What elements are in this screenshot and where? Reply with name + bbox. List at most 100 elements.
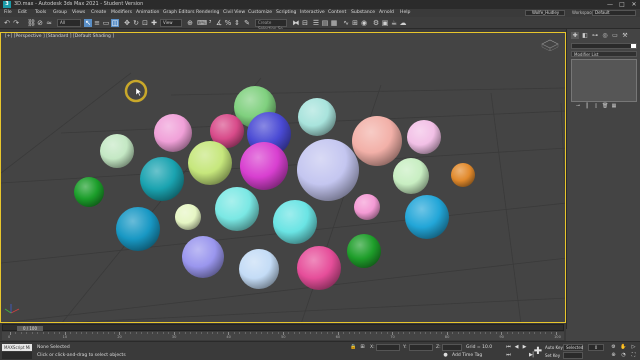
workspaces-dropdown[interactable]: Default — [592, 10, 636, 16]
sphere-object[interactable] — [297, 139, 359, 201]
menu-help[interactable]: Help — [400, 9, 410, 17]
pivot-center-icon[interactable]: ⊕ — [186, 19, 194, 27]
menu-content[interactable]: Content — [328, 9, 346, 17]
maxscript-output[interactable] — [2, 352, 32, 359]
go-to-end-icon[interactable]: ⏭ — [505, 352, 512, 359]
menu-rendering[interactable]: Rendering — [196, 9, 219, 17]
modify-tab-icon[interactable]: ◧ — [581, 32, 589, 39]
sphere-object[interactable] — [273, 200, 317, 244]
hierarchy-tab-icon[interactable]: ⊶ — [591, 32, 599, 39]
utilities-tab-icon[interactable]: ⚒ — [621, 32, 629, 39]
select-scale-icon[interactable]: ⊡ — [141, 19, 149, 27]
select-rotate-icon[interactable]: ↻ — [132, 19, 140, 27]
field-of-view-icon[interactable]: ▷ — [630, 344, 637, 351]
remove-modifier-icon[interactable]: 🗑 — [602, 103, 608, 109]
unlink-icon[interactable]: ⊘ — [36, 19, 44, 27]
toggle-layer-explorer-icon[interactable]: ▤ — [321, 19, 329, 27]
rectangular-selection-icon[interactable]: ▭ — [102, 19, 110, 27]
object-color-swatch[interactable] — [631, 44, 636, 48]
modifier-list-dropdown[interactable]: Modifier List — [571, 51, 637, 57]
snaps-toggle-icon[interactable]: ³ — [206, 19, 214, 27]
sphere-object[interactable] — [297, 246, 341, 290]
sphere-object[interactable] — [352, 116, 402, 166]
window-crossing-icon[interactable]: ◫ — [111, 19, 119, 27]
undo-icon[interactable]: ↶ — [3, 19, 11, 27]
orbit-icon[interactable]: ◔ — [620, 352, 627, 359]
auto-key-button[interactable]: Auto Key — [545, 345, 563, 350]
menu-substance[interactable]: Substance — [351, 9, 375, 17]
lock-selection-icon[interactable]: 🔒 — [350, 344, 357, 351]
sphere-object[interactable] — [393, 158, 429, 194]
object-name-field[interactable] — [571, 43, 637, 49]
add-time-tag-button[interactable]: Add Time Tag — [452, 353, 482, 358]
menu-file[interactable]: File — [4, 9, 12, 17]
reference-coordinate-dropdown[interactable]: View — [160, 19, 182, 27]
maximize-button[interactable]: □ — [616, 0, 628, 9]
close-button[interactable]: ✕ — [628, 0, 640, 9]
set-key-button[interactable]: Set Key — [545, 353, 560, 358]
menu-edit[interactable]: Edit — [18, 9, 27, 17]
sphere-object[interactable] — [298, 98, 336, 136]
menu-arnold[interactable]: Arnold — [379, 9, 394, 17]
menu-modifiers[interactable]: Modifiers — [111, 9, 132, 17]
display-tab-icon[interactable]: ▭ — [611, 32, 619, 39]
material-editor-icon[interactable]: ◉ — [360, 19, 368, 27]
select-place-icon[interactable]: ✚ — [150, 19, 158, 27]
named-selection-set-dropdown[interactable]: Create Selection Se — [255, 19, 287, 31]
x-coord-field[interactable] — [376, 344, 400, 351]
time-configuration-icon[interactable]: ⚙ — [610, 344, 617, 351]
rendered-frame-window-icon[interactable]: ▣ — [381, 19, 389, 27]
toggle-scene-explorer-icon[interactable]: ☰ — [312, 19, 320, 27]
configure-modifier-sets-icon[interactable]: ▦ — [611, 103, 617, 109]
render-setup-icon[interactable]: ⚙ — [372, 19, 380, 27]
maxscript-listener[interactable]: MAXScript Mi — [2, 344, 32, 351]
menu-group[interactable]: Group — [53, 9, 67, 17]
curve-editor-icon[interactable]: ∿ — [342, 19, 350, 27]
select-by-name-icon[interactable]: ≡ — [93, 19, 101, 27]
sphere-object[interactable] — [354, 194, 380, 220]
edit-named-selection-icon[interactable]: ✎ — [243, 19, 251, 27]
sphere-object[interactable] — [240, 142, 288, 190]
minimize-button[interactable]: — — [604, 0, 616, 9]
pan-view-icon[interactable]: ✋ — [620, 344, 627, 351]
sphere-object[interactable] — [407, 120, 441, 154]
create-tab-icon[interactable]: ✚ — [571, 32, 579, 39]
bind-space-warp-icon[interactable]: ≈ — [45, 19, 53, 27]
y-coord-field[interactable] — [409, 344, 433, 351]
sphere-object[interactable] — [154, 114, 192, 152]
absolute-mode-icon[interactable]: ⊞ — [359, 344, 366, 351]
align-icon[interactable]: ⊟ — [301, 19, 309, 27]
keyboard-shortcut-override-icon[interactable]: ⌨ — [197, 19, 207, 27]
sphere-object[interactable] — [451, 163, 475, 187]
sphere-object[interactable] — [188, 141, 232, 185]
maximize-viewport-icon[interactable]: ⛶ — [630, 352, 637, 359]
link-icon[interactable]: ⛓ — [27, 19, 36, 27]
modifier-stack[interactable] — [571, 59, 637, 102]
mirror-icon[interactable]: ⧓ — [292, 19, 300, 27]
sphere-object[interactable] — [215, 187, 259, 231]
menu-tools[interactable]: Tools — [35, 9, 46, 17]
menu-create[interactable]: Create — [91, 9, 106, 17]
redo-icon[interactable]: ↷ — [12, 19, 20, 27]
key-filters-field[interactable] — [563, 352, 583, 359]
z-coord-field[interactable] — [442, 344, 462, 351]
sphere-object[interactable] — [116, 207, 160, 251]
menu-graph-editors[interactable]: Graph Editors — [163, 9, 195, 17]
set-keys-icon[interactable]: ✚ — [533, 344, 543, 359]
sphere-object[interactable] — [405, 195, 449, 239]
track-bar[interactable]: 0 10 20 30 40 50 60 70 80 90 100 — [2, 332, 564, 340]
sphere-object[interactable] — [74, 177, 104, 207]
zoom-extents-icon[interactable]: ⊕ — [610, 352, 617, 359]
key-filter-selected-dropdown[interactable]: Selected — [563, 344, 583, 351]
angle-snap-icon[interactable]: ∡ — [215, 19, 223, 27]
toggle-ribbon-icon[interactable]: ▦ — [330, 19, 338, 27]
selection-filter-dropdown[interactable]: All — [57, 19, 81, 27]
render-production-icon[interactable]: ☕ — [390, 19, 398, 27]
sphere-object[interactable] — [100, 134, 134, 168]
previous-frame-icon[interactable]: ◀ — [513, 344, 520, 351]
play-icon[interactable]: ▶ — [521, 344, 528, 351]
menu-civil-view[interactable]: Civil View — [223, 9, 245, 17]
menu-animation[interactable]: Animation — [136, 9, 159, 17]
pin-stack-icon[interactable]: ⊸ — [575, 103, 581, 109]
menu-scripting[interactable]: Scripting — [276, 9, 296, 17]
